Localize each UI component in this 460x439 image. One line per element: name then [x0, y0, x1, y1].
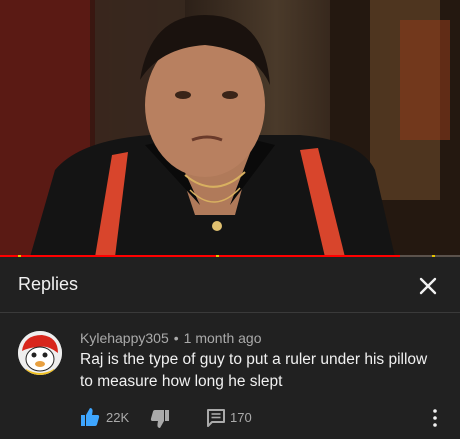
like-button[interactable] [80, 407, 100, 427]
chapter-mark [18, 255, 22, 257]
video-progress-fill [0, 255, 401, 257]
dislike-button[interactable] [150, 409, 170, 429]
reply-count: 170 [230, 410, 252, 425]
video-progress-bar[interactable] [0, 255, 460, 257]
thumbs-down-icon [150, 410, 169, 428]
video-player[interactable] [0, 0, 460, 257]
replies-title: Replies [18, 274, 79, 294]
comment: Kylehappy305 • 1 month ago Raj is the type… [0, 313, 460, 439]
comment-author[interactable]: Kylehappy305 [80, 330, 169, 346]
like-count: 22K [106, 410, 130, 425]
meta-separator: • [173, 330, 179, 346]
avatar-image [18, 331, 62, 375]
video-frame [0, 0, 460, 257]
close-icon [419, 277, 437, 295]
comment-text: Raj is the type of guy to put a ruler un… [80, 351, 428, 390]
chapter-mark [432, 255, 436, 257]
more-vert-icon [433, 409, 437, 427]
comment-icon [207, 409, 225, 427]
avatar[interactable] [18, 331, 62, 375]
more-options-button[interactable] [428, 407, 442, 429]
comment-actions: 22K 170 [80, 407, 450, 429]
close-button[interactable] [414, 272, 442, 300]
thumbs-up-icon [81, 408, 100, 426]
comment-timestamp: 1 month ago [183, 330, 262, 346]
replies-header: Replies [0, 258, 460, 313]
reply-button[interactable] [206, 408, 226, 428]
comment-meta: Kylehappy305 • 1 month ago [80, 330, 262, 346]
chapter-mark [216, 255, 220, 257]
